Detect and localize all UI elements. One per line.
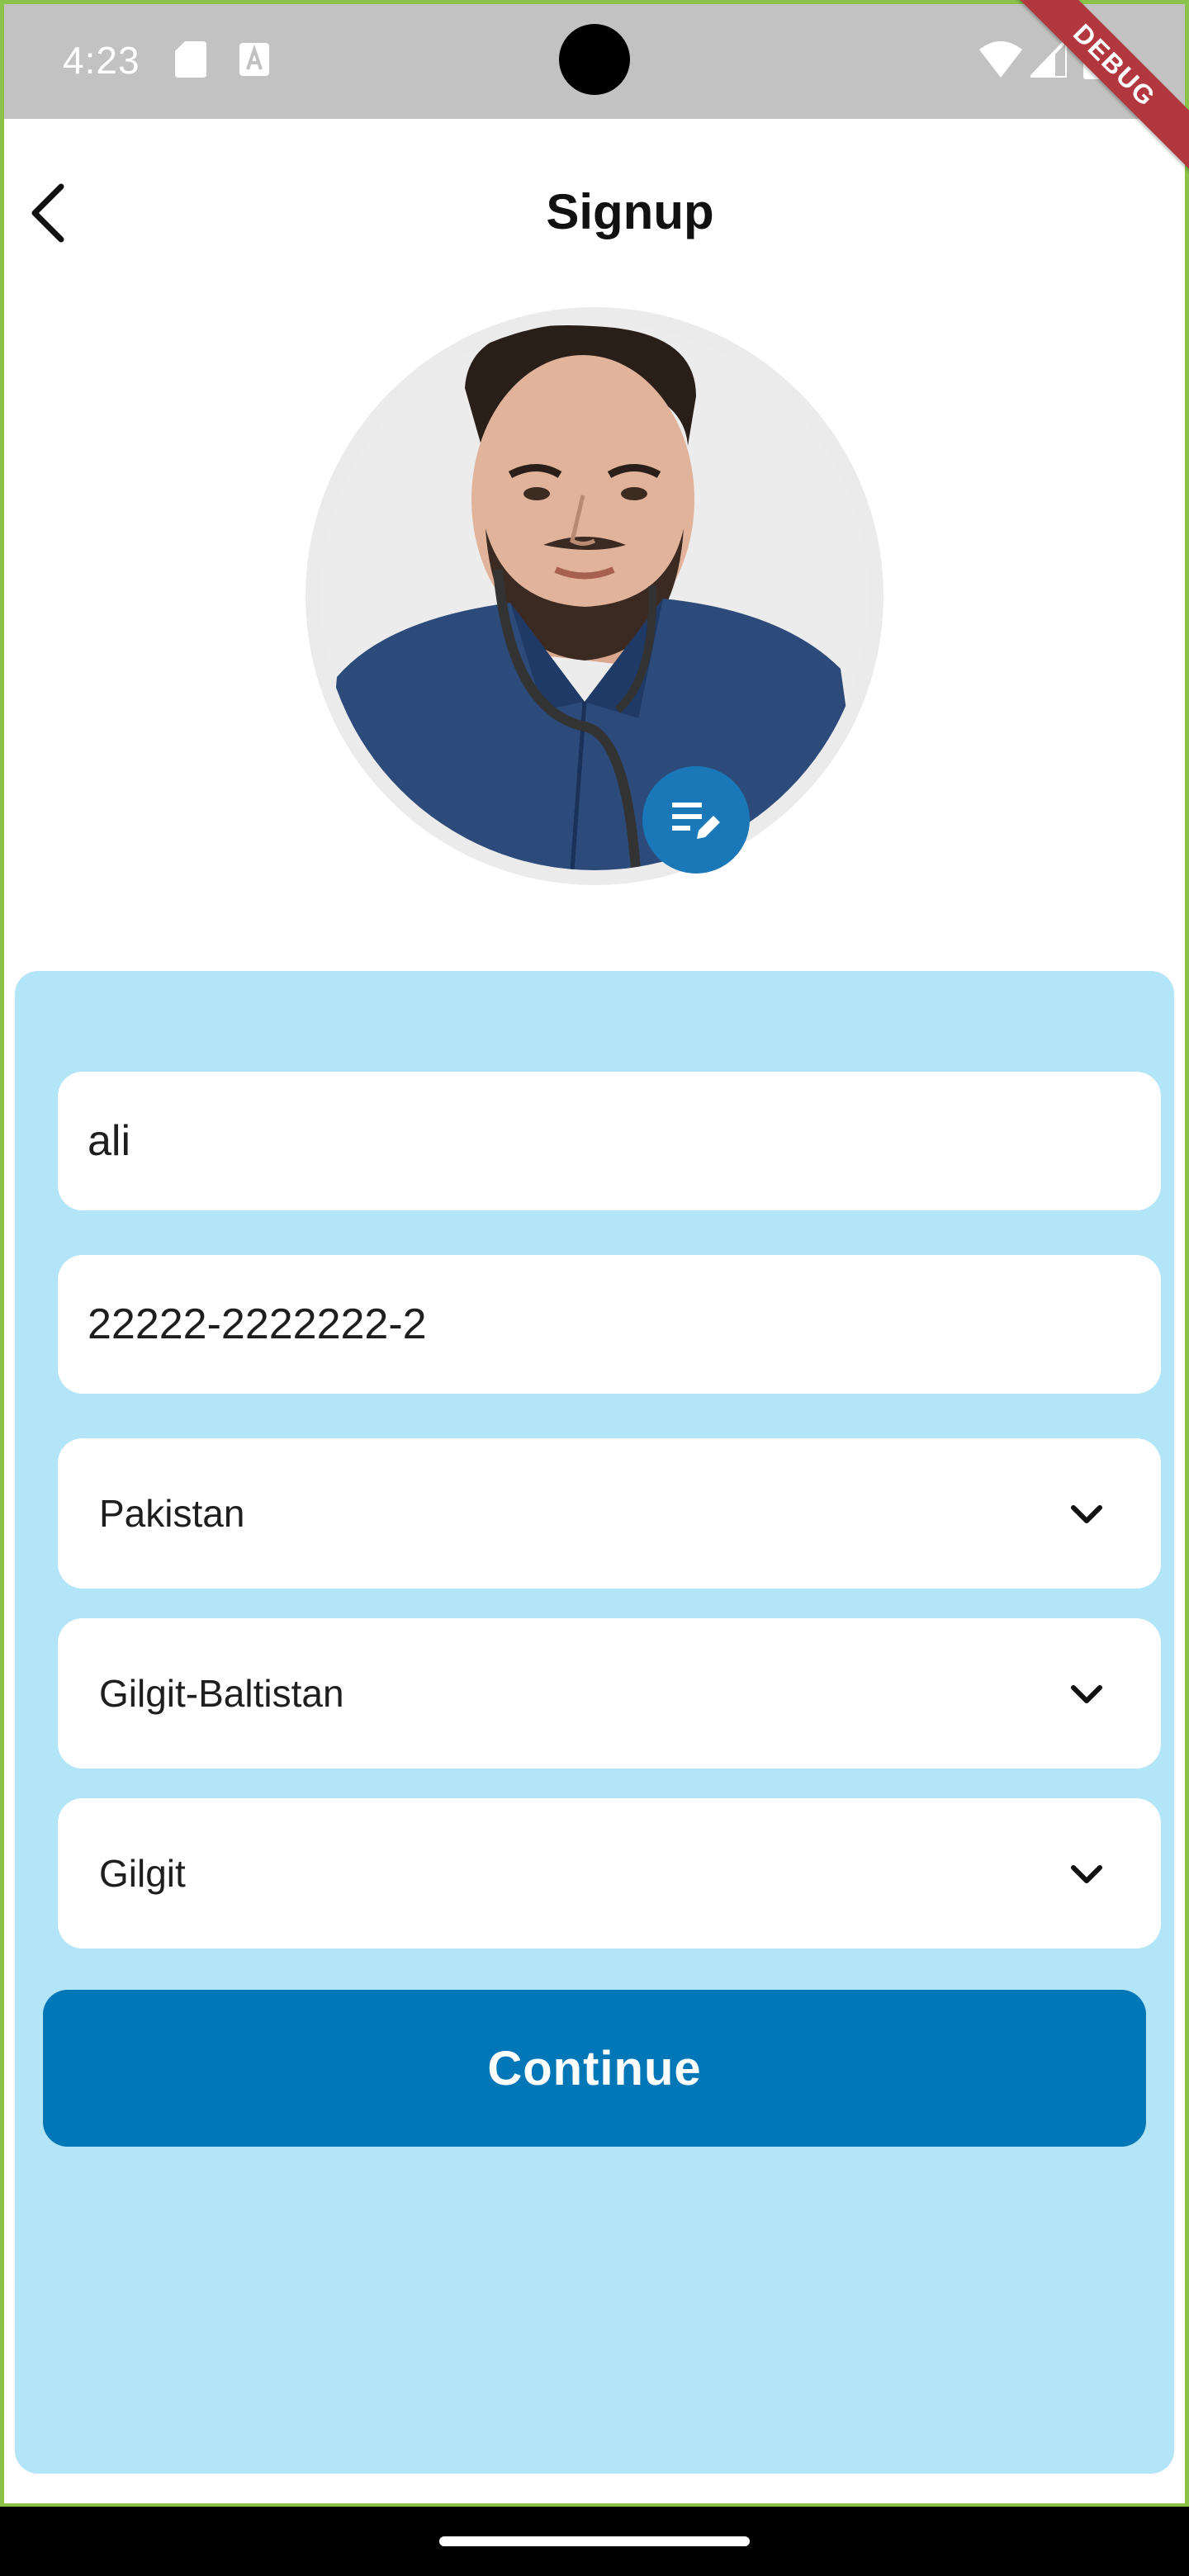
city-dropdown[interactable]: Gilgit	[58, 1798, 1161, 1949]
chevron-down-icon	[1071, 1865, 1102, 1883]
status-time: 4:23	[63, 39, 140, 82]
doctor-photo	[320, 322, 869, 870]
a-notification-icon	[239, 43, 269, 76]
province-dropdown-value: Gilgit-Baltistan	[99, 1672, 344, 1715]
debug-banner: DEBUG	[974, 0, 1189, 215]
edit-photo-button[interactable]	[642, 766, 750, 874]
province-dropdown[interactable]: Gilgit-Baltistan	[58, 1618, 1161, 1769]
home-indicator[interactable]	[439, 2536, 750, 2546]
edit-note-icon	[672, 803, 720, 839]
sd-card-icon	[175, 41, 206, 78]
cnic-field[interactable]: 22222-2222222-2	[58, 1255, 1161, 1394]
country-dropdown-value: Pakistan	[99, 1492, 245, 1535]
profile-avatar	[320, 322, 869, 870]
name-field-value: ali	[88, 1117, 131, 1165]
chevron-down-icon	[1071, 1505, 1102, 1523]
country-dropdown[interactable]: Pakistan	[58, 1438, 1161, 1589]
continue-button[interactable]: Continue	[43, 1990, 1146, 2147]
camera-cutout	[559, 24, 630, 95]
city-dropdown-value: Gilgit	[99, 1852, 186, 1895]
debug-banner-label: DEBUG	[1007, 0, 1189, 173]
signup-form-card: ali 22222-2222222-2 Pakistan Gilgit-Balt…	[15, 971, 1174, 2474]
cnic-field-value: 22222-2222222-2	[88, 1300, 427, 1348]
name-field[interactable]: ali	[58, 1072, 1161, 1210]
chevron-down-icon	[1071, 1685, 1102, 1703]
